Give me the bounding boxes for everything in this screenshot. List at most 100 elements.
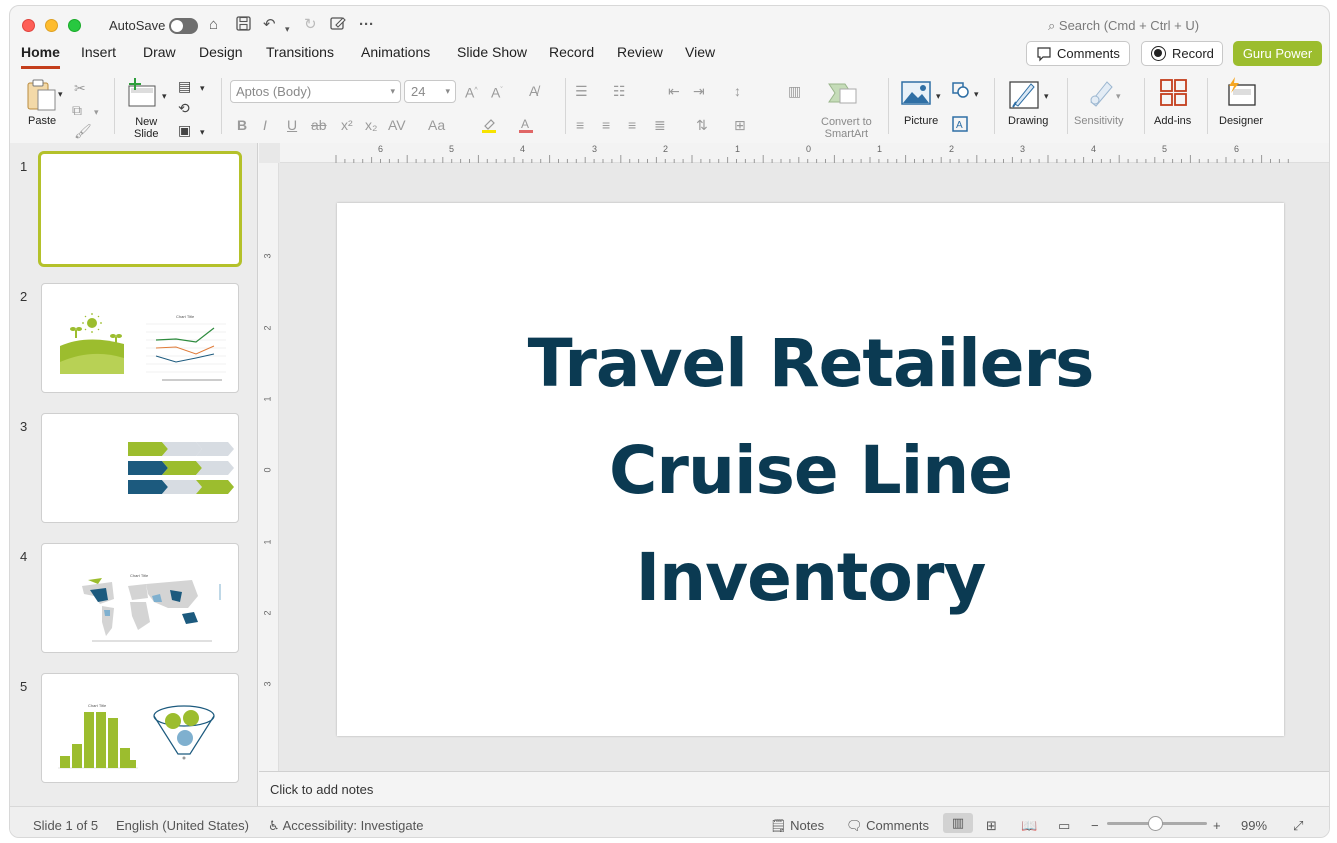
font-name-select[interactable]: Aptos (Body) ▾ (230, 80, 401, 103)
sensitivity-icon[interactable] (1087, 78, 1115, 113)
picture-icon[interactable] (901, 81, 931, 110)
tab-view[interactable]: View (685, 44, 715, 66)
italic-icon[interactable]: I (263, 117, 267, 133)
line-spacing-icon[interactable]: ↕ (734, 83, 741, 99)
numbering-icon[interactable]: ☷ (613, 83, 626, 99)
search-field[interactable]: ⌕ Search (Cmd + Ctrl + U) (1048, 18, 1199, 34)
bullets-icon[interactable]: ☰ (575, 83, 588, 99)
slide-sorter-view-icon[interactable]: ⊞ (986, 818, 997, 834)
strikethrough-icon[interactable]: ab (311, 117, 327, 133)
notes-toggle-button[interactable]: 🗒 Notes (770, 818, 824, 834)
new-slide-icon[interactable] (127, 78, 159, 113)
close-window-button[interactable] (22, 19, 35, 32)
shrink-font-icon[interactable]: Aˇ (491, 83, 503, 101)
tab-animations[interactable]: Animations (361, 44, 430, 66)
notes-icon: 🗒 (770, 818, 787, 833)
align-left-icon[interactable]: ≡ (576, 117, 584, 133)
copy-icon[interactable]: ⧉ (72, 102, 82, 118)
drawing-icon[interactable] (1009, 78, 1041, 115)
smartart-icon[interactable] (827, 80, 857, 111)
accessibility-status[interactable]: ♿ Accessibility: Investigate (268, 818, 423, 834)
section-dropdown-icon[interactable]: ▾ (200, 124, 205, 140)
format-painter-icon[interactable]: 🖌 (74, 123, 92, 139)
slide-thumbnail-1[interactable] (38, 151, 242, 267)
shapes-dropdown-icon[interactable]: ▾ (974, 86, 979, 102)
add-ins-icon[interactable] (1160, 79, 1188, 112)
zoom-window-button[interactable] (68, 19, 81, 32)
picture-label: Picture (904, 115, 939, 127)
current-slide[interactable]: Travel Retailers Cruise Line Inventory (337, 203, 1284, 736)
align-right-icon[interactable]: ≡ (628, 117, 636, 133)
align-text-icon[interactable]: ⊞ (734, 117, 746, 133)
reset-icon[interactable]: ⟲ (178, 100, 190, 116)
fit-to-window-icon[interactable]: ⤢ (1293, 818, 1303, 834)
undo-dropdown-icon[interactable]: ▾ (285, 20, 290, 38)
text-box-icon[interactable]: A (952, 116, 968, 137)
font-color-icon[interactable]: A (518, 117, 534, 136)
redo-icon[interactable]: ↻ (304, 16, 317, 34)
paste-icon[interactable] (25, 78, 59, 117)
comments-button[interactable]: Comments (1026, 41, 1130, 66)
notes-pane[interactable]: Click to add notes (259, 771, 1329, 806)
highlight-icon[interactable] (481, 117, 497, 136)
autosave-toggle[interactable] (169, 18, 198, 34)
paste-dropdown-icon[interactable]: ▾ (58, 86, 63, 102)
align-center-icon[interactable]: ≡ (602, 117, 610, 133)
decrease-indent-icon[interactable]: ⇤ (668, 83, 680, 99)
layout-dropdown-icon[interactable]: ▾ (200, 80, 205, 96)
reading-view-icon[interactable]: 📖 (1021, 818, 1037, 834)
slide-thumbnail-4[interactable]: Chart Title (41, 543, 239, 653)
guru-power-button[interactable]: Guru Power (1233, 41, 1322, 66)
zoom-slider-handle[interactable] (1148, 816, 1163, 831)
tab-review[interactable]: Review (617, 44, 663, 66)
slide-thumbnail-2[interactable]: Chart Title (41, 283, 239, 393)
comments-toggle-button[interactable]: 🗨 Comments (846, 818, 929, 834)
tab-slide-show[interactable]: Slide Show (457, 44, 527, 66)
clear-format-icon[interactable]: A̸ (529, 83, 538, 99)
columns-icon[interactable]: ▥ (788, 83, 801, 99)
superscript-icon[interactable]: x² (341, 117, 353, 133)
font-size-select[interactable]: 24 ▾ (404, 80, 456, 103)
customize-icon[interactable] (330, 16, 346, 36)
tab-draw[interactable]: Draw (143, 44, 176, 66)
normal-view-icon[interactable]: ▥ (943, 813, 973, 833)
text-direction-icon[interactable]: ⇅ (696, 117, 708, 133)
grow-font-icon[interactable]: A^ (465, 83, 478, 101)
zoom-level[interactable]: 99% (1241, 818, 1267, 833)
presenter-view-icon[interactable]: ▭ (1058, 818, 1070, 834)
tab-home[interactable]: Home (21, 44, 60, 69)
drawing-dropdown-icon[interactable]: ▾ (1044, 88, 1049, 104)
cut-icon[interactable]: ✂ (74, 80, 86, 96)
tab-insert[interactable]: Insert (81, 44, 116, 66)
zoom-in-icon[interactable]: + (1213, 818, 1221, 833)
copy-dropdown-icon[interactable]: ▾ (94, 104, 99, 120)
bold-icon[interactable]: B (237, 117, 247, 133)
justify-icon[interactable]: ≣ (654, 117, 666, 133)
slide-thumbnail-3[interactable] (41, 413, 239, 523)
sensitivity-dropdown-icon[interactable]: ▾ (1116, 88, 1121, 104)
tab-transitions[interactable]: Transitions (266, 44, 334, 66)
new-slide-dropdown-icon[interactable]: ▾ (162, 88, 167, 104)
tab-design[interactable]: Design (199, 44, 243, 66)
section-icon[interactable]: ▣ (178, 122, 191, 138)
character-spacing-icon[interactable]: AV (388, 117, 406, 133)
more-icon[interactable]: ··· (359, 16, 374, 34)
slide-thumbnail-5[interactable]: Chart Title (41, 673, 239, 783)
language-status[interactable]: English (United States) (116, 818, 249, 833)
picture-dropdown-icon[interactable]: ▾ (936, 88, 941, 104)
shapes-icon[interactable] (952, 82, 970, 103)
slide-title[interactable]: Travel Retailers Cruise Line Inventory (337, 310, 1284, 631)
home-icon[interactable]: ⌂ (209, 16, 218, 34)
underline-icon[interactable]: U (287, 117, 297, 133)
increase-indent-icon[interactable]: ⇥ (693, 83, 705, 99)
minimize-window-button[interactable] (45, 19, 58, 32)
tab-record[interactable]: Record (549, 44, 594, 66)
subscript-icon[interactable]: x₂ (365, 117, 377, 133)
zoom-out-icon[interactable]: − (1091, 818, 1099, 833)
undo-icon[interactable]: ↶ (263, 16, 276, 34)
save-icon[interactable] (236, 16, 251, 36)
change-case-icon[interactable]: Aa (428, 117, 445, 133)
designer-icon[interactable] (1225, 77, 1257, 112)
record-button[interactable]: Record (1141, 41, 1223, 66)
layout-icon[interactable]: ▤ (178, 78, 191, 94)
